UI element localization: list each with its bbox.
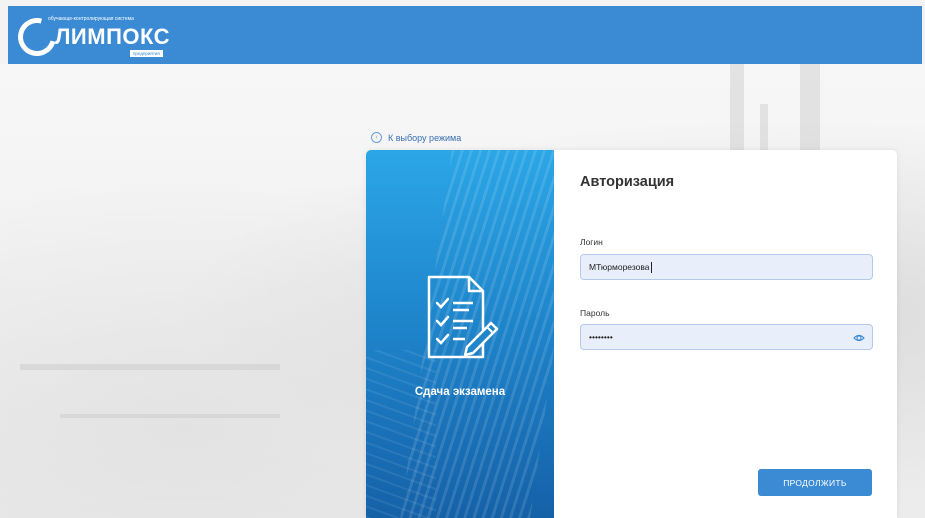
logo-sub: предприятия [130,50,163,57]
exam-document-pencil-icon [427,275,499,359]
auth-card: Сдача экзамена Авторизация Логин МТюрмор… [366,150,897,518]
back-to-mode-link[interactable]: ‹ К выбору режима [371,132,461,143]
mode-title: Сдача экзамена [414,386,506,398]
password-value: •••••••• [589,332,613,342]
auth-title: Авторизация [580,174,675,190]
logo-tagline: обучающе-контролирующая система [48,16,134,22]
top-header: обучающе-контролирующая система ЛИМПОКС … [8,6,922,64]
back-link-label: К выбору режима [388,132,462,143]
auth-form: Авторизация Логин МТюрморезова Пароль ••… [554,150,897,518]
eye-icon[interactable] [853,332,865,344]
continue-button[interactable]: ПРОДОЛЖИТЬ [758,469,872,496]
login-label: Логин [580,237,603,247]
mode-panel: Сдача экзамена [366,150,554,518]
password-label: Пароль [580,308,610,318]
text-caret [650,261,652,273]
login-input[interactable]: МТюрморезова [580,254,873,280]
building-background-lower [366,350,436,518]
logo[interactable]: обучающе-контролирующая система ЛИМПОКС … [11,10,178,63]
password-input[interactable]: •••••••• [580,324,873,350]
logo-name: ЛИМПОКС [55,24,171,49]
chevron-left-circle-icon: ‹ [371,132,382,143]
login-value: МТюрморезова [589,262,650,272]
